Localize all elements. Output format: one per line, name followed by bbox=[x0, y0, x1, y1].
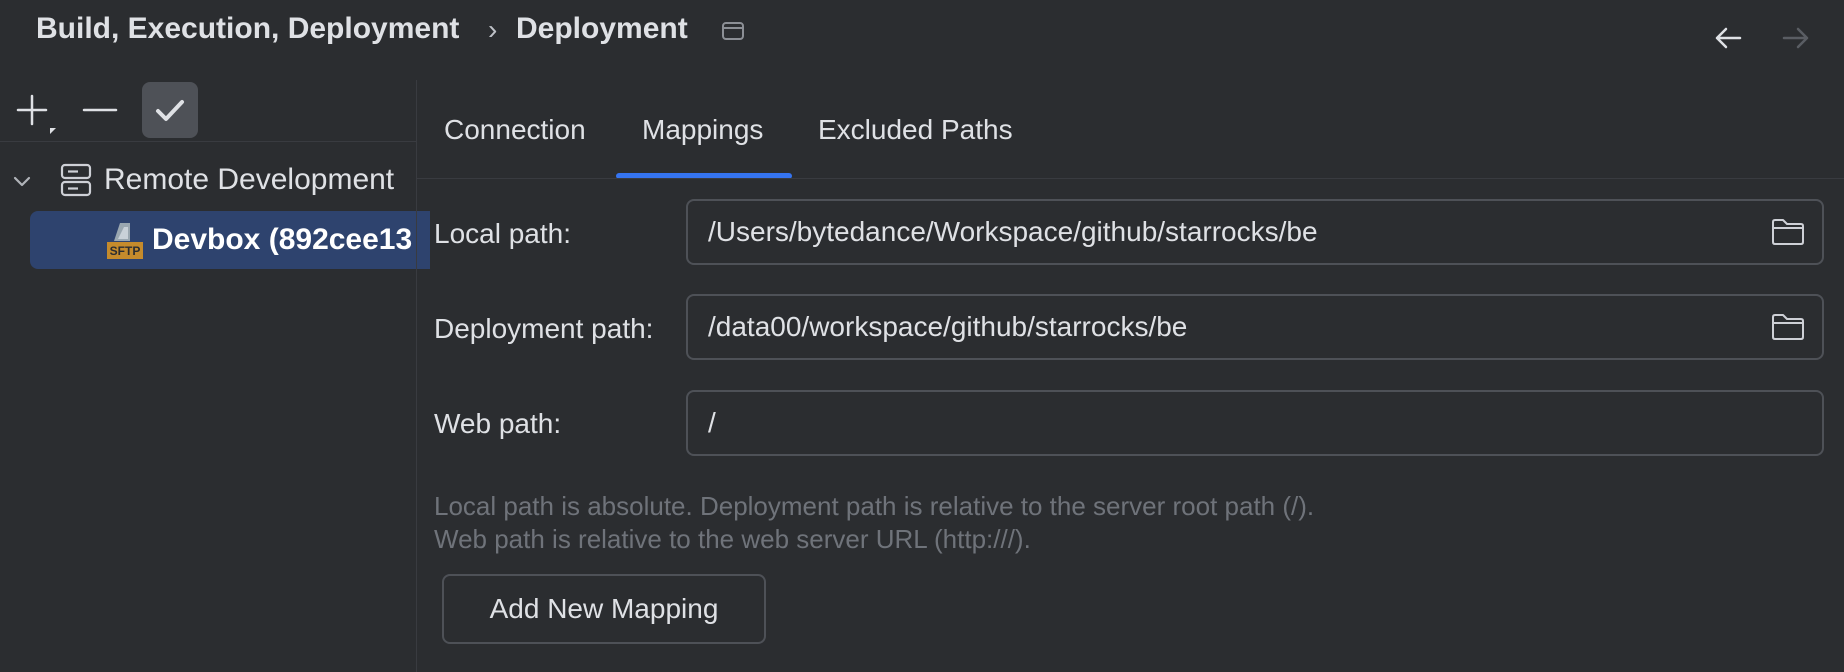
add-new-mapping-button[interactable]: Add New Mapping bbox=[442, 574, 766, 644]
tree-group-remote-development[interactable]: Remote Development bbox=[104, 163, 394, 197]
project-level-icon bbox=[721, 19, 745, 43]
back-arrow-icon[interactable] bbox=[1710, 20, 1746, 56]
tabs-divider bbox=[417, 178, 1844, 179]
folder-icon[interactable] bbox=[1770, 217, 1806, 247]
tab-excluded-paths[interactable]: Excluded Paths bbox=[818, 114, 1013, 146]
local-path-value: /Users/bytedance/Workspace/github/starro… bbox=[708, 216, 1318, 247]
remove-server-button[interactable] bbox=[78, 90, 122, 134]
path-hint-line1: Local path is absolute. Deployment path … bbox=[434, 491, 1315, 521]
use-as-default-button[interactable] bbox=[142, 82, 198, 138]
toolbar-divider bbox=[0, 141, 416, 142]
web-path-label: Web path: bbox=[434, 408, 562, 439]
path-hint-line2: Web path is relative to the web server U… bbox=[434, 524, 1031, 554]
breadcrumb-separator: › bbox=[488, 14, 498, 45]
forward-arrow-icon bbox=[1778, 20, 1814, 56]
tab-mappings[interactable]: Mappings bbox=[642, 114, 763, 146]
settings-header: Build, Execution, Deployment › Deploymen… bbox=[0, 0, 1844, 64]
server-icon bbox=[60, 163, 92, 197]
page-title: Deployment bbox=[516, 12, 688, 45]
sftp-icon-text: SFTP bbox=[110, 244, 141, 258]
deployment-path-value: /data00/workspace/github/starrocks/be bbox=[708, 311, 1188, 342]
local-path-label: Local path: bbox=[434, 218, 571, 249]
sftp-icon: SFTP bbox=[106, 221, 144, 261]
chevron-down-icon[interactable] bbox=[10, 170, 34, 194]
local-path-field[interactable]: /Users/bytedance/Workspace/github/starro… bbox=[686, 199, 1824, 265]
folder-icon[interactable] bbox=[1770, 312, 1806, 342]
tab-connection[interactable]: Connection bbox=[444, 114, 586, 146]
breadcrumb-parent[interactable]: Build, Execution, Deployment bbox=[36, 12, 459, 46]
web-path-field[interactable]: / bbox=[686, 390, 1824, 456]
add-server-button[interactable] bbox=[12, 90, 56, 134]
tree-item-devbox-label: Devbox (892cee13 bbox=[152, 223, 413, 256]
deployment-path-field[interactable]: /data00/workspace/github/starrocks/be bbox=[686, 294, 1824, 360]
web-path-value: / bbox=[708, 407, 716, 438]
deployment-tabs bbox=[417, 80, 1844, 180]
deployment-path-label: Deployment path: bbox=[434, 313, 654, 344]
